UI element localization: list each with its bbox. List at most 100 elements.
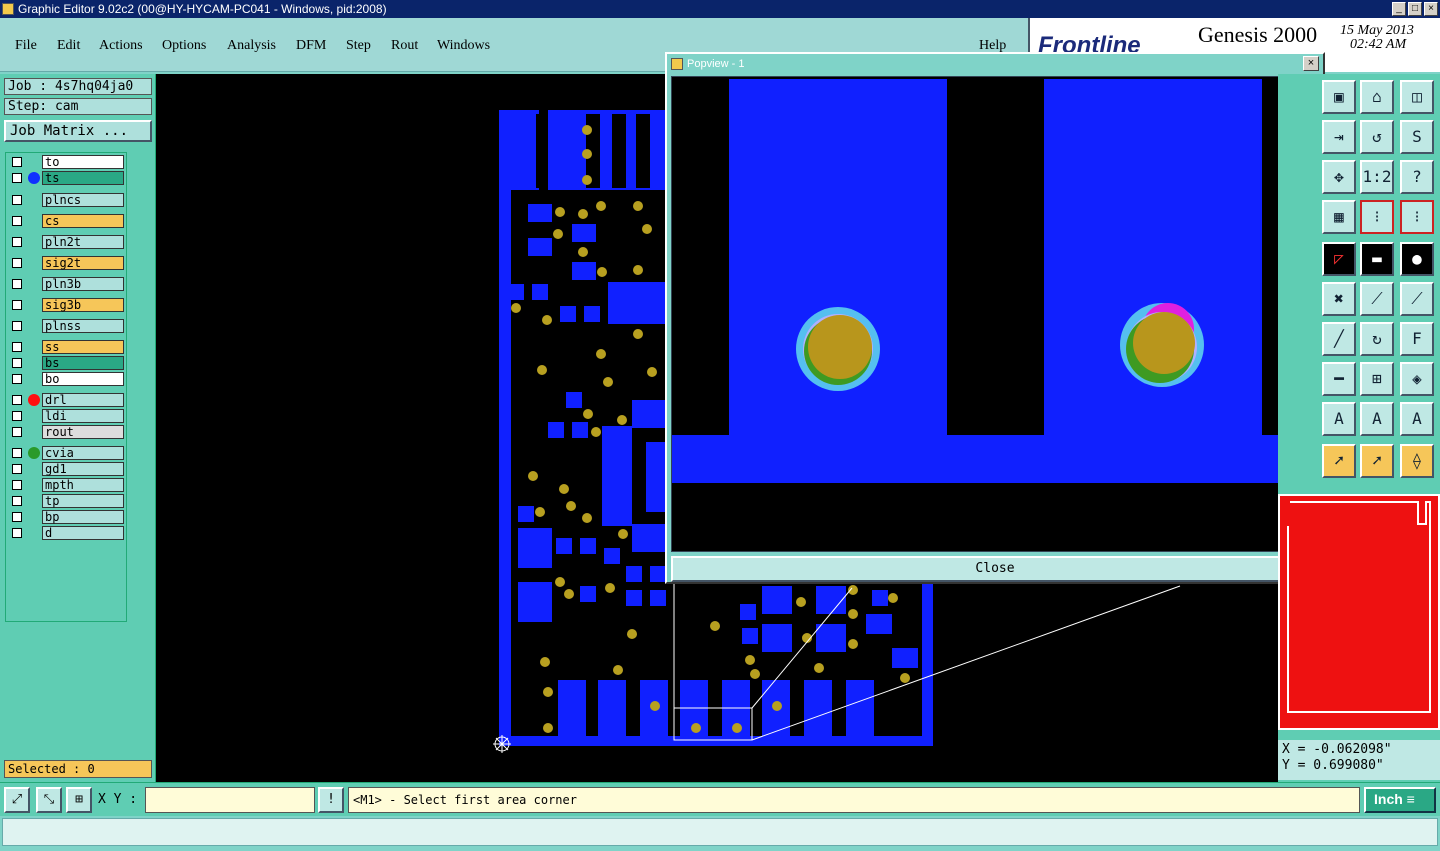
layer-row[interactable]: bp: [8, 510, 126, 524]
layer-row[interactable]: plncs: [8, 193, 126, 207]
layer-row[interactable]: pln3b: [8, 277, 126, 291]
menu-file[interactable]: File: [15, 38, 37, 54]
zoom-center-icon[interactable]: ✥: [1322, 160, 1356, 194]
popview-titlebar[interactable]: Popview - 1 ×: [667, 54, 1323, 74]
layer-name[interactable]: to: [42, 155, 124, 169]
layer-name[interactable]: gd1: [42, 462, 124, 476]
home-icon[interactable]: ⌂: [1360, 80, 1394, 114]
popview-close-icon[interactable]: ×: [1303, 56, 1319, 71]
layer-name[interactable]: ldi: [42, 409, 124, 423]
layer-name[interactable]: cvia: [42, 446, 124, 460]
menu-options[interactable]: Options: [162, 38, 206, 54]
layer-name[interactable]: bo: [42, 372, 124, 386]
layer-checkbox[interactable]: [12, 374, 22, 384]
popview-canvas[interactable]: [671, 76, 1283, 552]
delete-icon[interactable]: ✖: [1322, 282, 1356, 316]
layer-row[interactable]: sig2t: [8, 256, 126, 270]
layer-checkbox[interactable]: [12, 411, 22, 421]
zoom-out-icon[interactable]: ⤡: [36, 787, 62, 813]
array-icon[interactable]: ⊞: [1360, 362, 1394, 396]
popview-window[interactable]: Popview - 1 × ⊡ ⇧ ⇩ ⇦ ⇨ ✛ ✥ Close: [665, 52, 1325, 584]
menu-analysis[interactable]: Analysis: [227, 38, 276, 54]
layer-row[interactable]: ldi: [8, 409, 126, 423]
fill-icon[interactable]: F: [1400, 322, 1434, 356]
measure-icon[interactable]: ◸: [1322, 242, 1356, 276]
menu-edit[interactable]: Edit: [57, 38, 80, 54]
menu-actions[interactable]: Actions: [99, 38, 143, 54]
horizontal-icon[interactable]: ━: [1322, 362, 1356, 396]
layer-name[interactable]: d: [42, 526, 124, 540]
layer-name[interactable]: rout: [42, 425, 124, 439]
layer-checkbox[interactable]: [12, 496, 22, 506]
layer-checkbox[interactable]: [12, 173, 22, 183]
layer-checkbox[interactable]: [12, 157, 22, 167]
layer-row[interactable]: bo: [8, 372, 126, 386]
select-icon[interactable]: ➚: [1322, 444, 1356, 478]
close-window-button[interactable]: ×: [1424, 2, 1438, 16]
layer-row[interactable]: cvia: [8, 446, 126, 460]
layer-name[interactable]: cs: [42, 214, 124, 228]
layer-checkbox[interactable]: [12, 237, 22, 247]
layer-row[interactable]: plnss: [8, 319, 126, 333]
connect-icon[interactable]: ⟋: [1360, 282, 1394, 316]
layer-name[interactable]: pln3b: [42, 277, 124, 291]
layer-row[interactable]: bs: [8, 356, 126, 370]
layer-row[interactable]: cs: [8, 214, 126, 228]
line-icon[interactable]: ╱: [1322, 322, 1356, 356]
layer-row[interactable]: to: [8, 155, 126, 169]
window-split-icon[interactable]: ◫: [1400, 80, 1434, 114]
layer-row[interactable]: rout: [8, 425, 126, 439]
text-a3-icon[interactable]: A: [1400, 402, 1434, 436]
snap-alt-icon[interactable]: ⁝: [1400, 200, 1434, 234]
layer-name[interactable]: bp: [42, 510, 124, 524]
import-icon[interactable]: ⇥: [1322, 120, 1356, 154]
grid-icon[interactable]: ▦: [1322, 200, 1356, 234]
layer-row[interactable]: d: [8, 526, 126, 540]
menu-rout[interactable]: Rout: [391, 38, 418, 54]
snap-icon[interactable]: ⁝: [1360, 200, 1394, 234]
layer-checkbox[interactable]: [12, 358, 22, 368]
layer-checkbox[interactable]: [12, 480, 22, 490]
menu-step[interactable]: Step: [346, 38, 371, 54]
layer-checkbox[interactable]: [12, 321, 22, 331]
menu-windows[interactable]: Windows: [437, 38, 490, 54]
layer-row[interactable]: sig3b: [8, 298, 126, 312]
popview-close-button[interactable]: Close: [671, 556, 1319, 582]
layer-name[interactable]: bs: [42, 356, 124, 370]
rotate-icon[interactable]: ↺: [1360, 120, 1394, 154]
layer-name[interactable]: sig3b: [42, 298, 124, 312]
layer-checkbox[interactable]: [12, 464, 22, 474]
layer-row[interactable]: gd1: [8, 462, 126, 476]
layer-checkbox[interactable]: [12, 395, 22, 405]
help-icon[interactable]: ?: [1400, 160, 1434, 194]
layer-name[interactable]: drl: [42, 393, 124, 407]
layer-checkbox[interactable]: [12, 216, 22, 226]
layer-checkbox[interactable]: [12, 258, 22, 268]
layer-checkbox[interactable]: [12, 300, 22, 310]
layer-checkbox[interactable]: [12, 342, 22, 352]
text-a2-icon[interactable]: A: [1360, 402, 1394, 436]
exclaim-icon[interactable]: !: [318, 787, 344, 813]
scale-1to1-icon[interactable]: 1:2: [1360, 160, 1394, 194]
minimize-button[interactable]: _: [1392, 2, 1406, 16]
layer-name[interactable]: pln2t: [42, 235, 124, 249]
layer-checkbox[interactable]: [12, 427, 22, 437]
pointer-icon[interactable]: ➚: [1360, 444, 1394, 478]
layer-checkbox[interactable]: [12, 512, 22, 522]
layer-row[interactable]: tp: [8, 494, 126, 508]
layer-name[interactable]: plnss: [42, 319, 124, 333]
job-matrix-button[interactable]: Job Matrix ...: [4, 120, 152, 142]
layer-name[interactable]: sig2t: [42, 256, 124, 270]
screen-icon[interactable]: ▣: [1322, 80, 1356, 114]
pad-select-icon[interactable]: ●: [1400, 242, 1434, 276]
link-icon[interactable]: ⟋: [1400, 282, 1434, 316]
layer-name[interactable]: plncs: [42, 193, 124, 207]
layer-name[interactable]: ts: [42, 171, 124, 185]
grid-toggle-icon[interactable]: ⊞: [66, 787, 92, 813]
layer-checkbox[interactable]: [12, 528, 22, 538]
layer-row[interactable]: mpth: [8, 478, 126, 492]
ruler-icon[interactable]: ▬: [1360, 242, 1394, 276]
xy-input[interactable]: [145, 787, 315, 813]
layer-checkbox[interactable]: [12, 195, 22, 205]
layer-row[interactable]: drl: [8, 393, 126, 407]
